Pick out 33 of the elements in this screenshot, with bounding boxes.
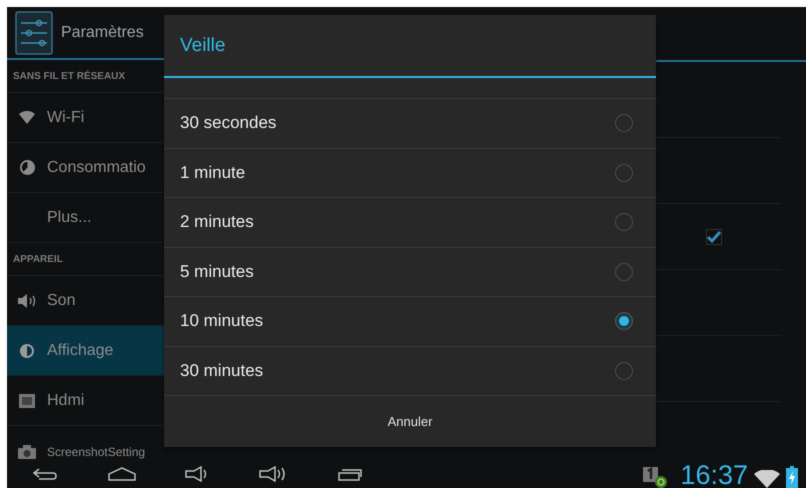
- sidebar-item[interactable]: Affichage: [7, 326, 165, 376]
- option-item[interactable]: 1 minute: [164, 148, 656, 198]
- brightness-icon: [19, 342, 35, 358]
- radio-button[interactable]: [615, 362, 633, 380]
- battery-charging-icon: [786, 466, 798, 488]
- speaker-icon: [17, 292, 37, 308]
- back-icon[interactable]: [31, 466, 59, 482]
- dialog-title: Veille: [180, 34, 226, 56]
- radio-button[interactable]: [615, 312, 633, 330]
- checkbox[interactable]: [706, 228, 722, 244]
- section-header: SANS FIL ET RÉSEAUX: [13, 70, 126, 82]
- wifi-icon: [19, 111, 35, 124]
- section-header: APPAREIL: [13, 254, 63, 264]
- radio-button[interactable]: [615, 164, 633, 182]
- option-item[interactable]: 5 minutes: [164, 248, 656, 297]
- screen-icon: [18, 392, 36, 408]
- pie-chart-icon: [20, 160, 34, 175]
- option-item[interactable]: 30 minutes: [164, 346, 656, 396]
- sidebar-item[interactable]: ScreenshotSetting: [7, 426, 165, 460]
- option-item[interactable]: 10 minutes: [164, 297, 656, 346]
- wifi-signal-icon: [754, 470, 780, 488]
- settings-sliders-icon[interactable]: [15, 10, 53, 54]
- notification-sync-icon[interactable]: [642, 466, 668, 488]
- clock: 16:37: [680, 462, 748, 488]
- radio-button[interactable]: [615, 114, 633, 132]
- app-title: Paramètres: [61, 24, 144, 42]
- option-item[interactable]: 30 secondes: [164, 99, 656, 148]
- option-item[interactable]: 2 minutes: [164, 198, 656, 248]
- radio-button[interactable]: [615, 213, 633, 232]
- radio-button[interactable]: [615, 262, 633, 281]
- home-icon[interactable]: [107, 466, 137, 482]
- camera-icon: [17, 445, 37, 459]
- cancel-button[interactable]: Annuler: [164, 396, 656, 447]
